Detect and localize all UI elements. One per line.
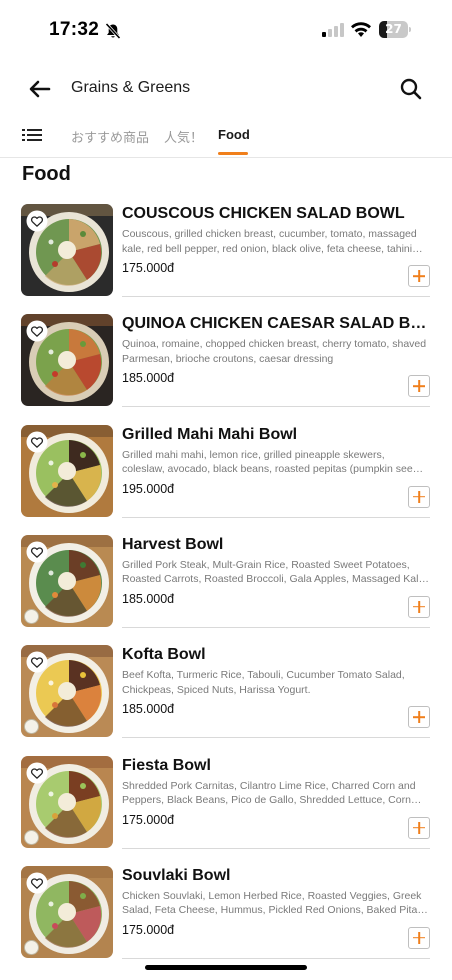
add-to-cart-button[interactable] [408, 926, 430, 949]
item-description: Chicken Souvlaki, Lemon Herbed Rice, Roa… [122, 889, 428, 917]
item-description: Grilled Pork Steak, Mult-Grain Rice, Roa… [122, 558, 429, 586]
home-indicator [145, 965, 307, 970]
divider [122, 626, 430, 628]
brand-logo-icon [24, 829, 39, 845]
list-icon[interactable] [22, 127, 42, 143]
menu-item[interactable]: Kofta Bowl Beef Kofta, Turmeric Rice, Ta… [0, 645, 452, 755]
item-name[interactable]: Souvlaki Bowl [122, 867, 430, 885]
food-photo[interactable] [21, 534, 113, 627]
tab-popular[interactable]: 人気！ [164, 127, 203, 146]
item-name[interactable]: Grilled Mahi Mahi Bowl [122, 426, 430, 444]
menu-item[interactable]: COUSCOUS CHICKEN SALAD BOWL Couscous, gr… [0, 204, 452, 314]
item-price: 185.000đ [122, 371, 175, 386]
menu-item[interactable]: Fiesta Bowl Shredded Pork Carnitas, Cila… [0, 755, 452, 866]
search-icon[interactable] [399, 77, 423, 101]
tab-food[interactable]: Food [218, 127, 250, 142]
add-to-cart-button[interactable] [408, 595, 430, 618]
back-arrow-icon[interactable] [26, 77, 54, 101]
category-tabs: おすすめ商品 人気！ Food [0, 118, 452, 158]
brand-logo-icon [24, 939, 39, 955]
add-to-cart-button[interactable] [408, 265, 430, 287]
item-name[interactable]: Kofta Bowl [122, 646, 430, 664]
battery-icon: 27 [379, 21, 412, 38]
status-bar: 17:32 27 [0, 0, 452, 60]
heart-icon[interactable] [26, 872, 48, 894]
battery-level: 27 [385, 22, 402, 36]
cellular-signal-icon [322, 23, 344, 37]
item-description: Grilled mahi mahi, lemon rice, grilled p… [122, 448, 424, 476]
item-price: 175.000đ [122, 812, 175, 827]
heart-icon[interactable] [26, 210, 48, 232]
add-to-cart-button[interactable] [408, 706, 430, 729]
item-price: 185.000đ [122, 591, 175, 606]
item-description: Beef Kofta, Turmeric Rice, Tabouli, Cucu… [122, 669, 405, 696]
divider [122, 516, 430, 518]
divider [122, 406, 430, 408]
food-photo[interactable] [21, 755, 113, 848]
divider [122, 296, 430, 297]
item-name[interactable]: Fiesta Bowl [122, 757, 430, 775]
add-to-cart-button[interactable] [408, 816, 430, 839]
divider [122, 957, 430, 959]
status-time: 17:32 [49, 19, 100, 40]
divider [122, 737, 430, 739]
item-name[interactable]: QUINOA CHICKEN CAESAR SALAD BO… [122, 315, 430, 333]
bell-off-icon [105, 22, 121, 40]
heart-icon[interactable] [26, 541, 48, 563]
item-description: Couscous, grilled chicken breast, cucumb… [122, 228, 423, 255]
heart-icon[interactable] [26, 431, 48, 453]
menu-item[interactable]: Harvest Bowl Grilled Pork Steak, Mult-Gr… [0, 534, 452, 645]
item-price: 185.000đ [122, 702, 175, 717]
app-header: Grains & Greens [0, 66, 452, 112]
item-name[interactable]: Harvest Bowl [122, 536, 430, 554]
food-photo[interactable] [21, 865, 113, 958]
menu-item[interactable]: Grilled Mahi Mahi Bowl Grilled mahi mahi… [0, 424, 452, 535]
heart-icon[interactable] [26, 651, 48, 673]
add-to-cart-button[interactable] [408, 485, 430, 508]
item-description: Shredded Pork Carnitas, Cilantro Lime Ri… [122, 779, 416, 807]
divider [122, 847, 430, 849]
food-photo[interactable] [21, 424, 113, 517]
heart-icon[interactable] [26, 320, 48, 342]
food-photo[interactable] [21, 204, 113, 296]
item-price: 195.000đ [122, 481, 175, 496]
item-price: 175.000đ [122, 261, 175, 275]
brand-logo-icon [24, 608, 39, 624]
wifi-icon [351, 22, 371, 37]
menu-item[interactable]: QUINOA CHICKEN CAESAR SALAD BO… Quinoa, … [0, 314, 452, 424]
tab-recommended[interactable]: おすすめ商品 [71, 127, 149, 146]
active-tab-indicator [218, 152, 248, 155]
food-photo[interactable] [21, 314, 113, 407]
item-price: 175.000đ [122, 922, 175, 937]
food-photo[interactable] [21, 645, 113, 738]
item-name[interactable]: COUSCOUS CHICKEN SALAD BOWL [122, 205, 430, 223]
page-title: Grains & Greens [71, 79, 191, 96]
item-description: Quinoa, romaine, chopped chicken breast,… [122, 338, 427, 365]
menu-item[interactable]: Souvlaki Bowl Chicken Souvlaki, Lemon He… [0, 865, 452, 976]
section-title: Food [22, 163, 71, 185]
add-to-cart-button[interactable] [408, 375, 430, 398]
heart-icon[interactable] [26, 762, 48, 784]
